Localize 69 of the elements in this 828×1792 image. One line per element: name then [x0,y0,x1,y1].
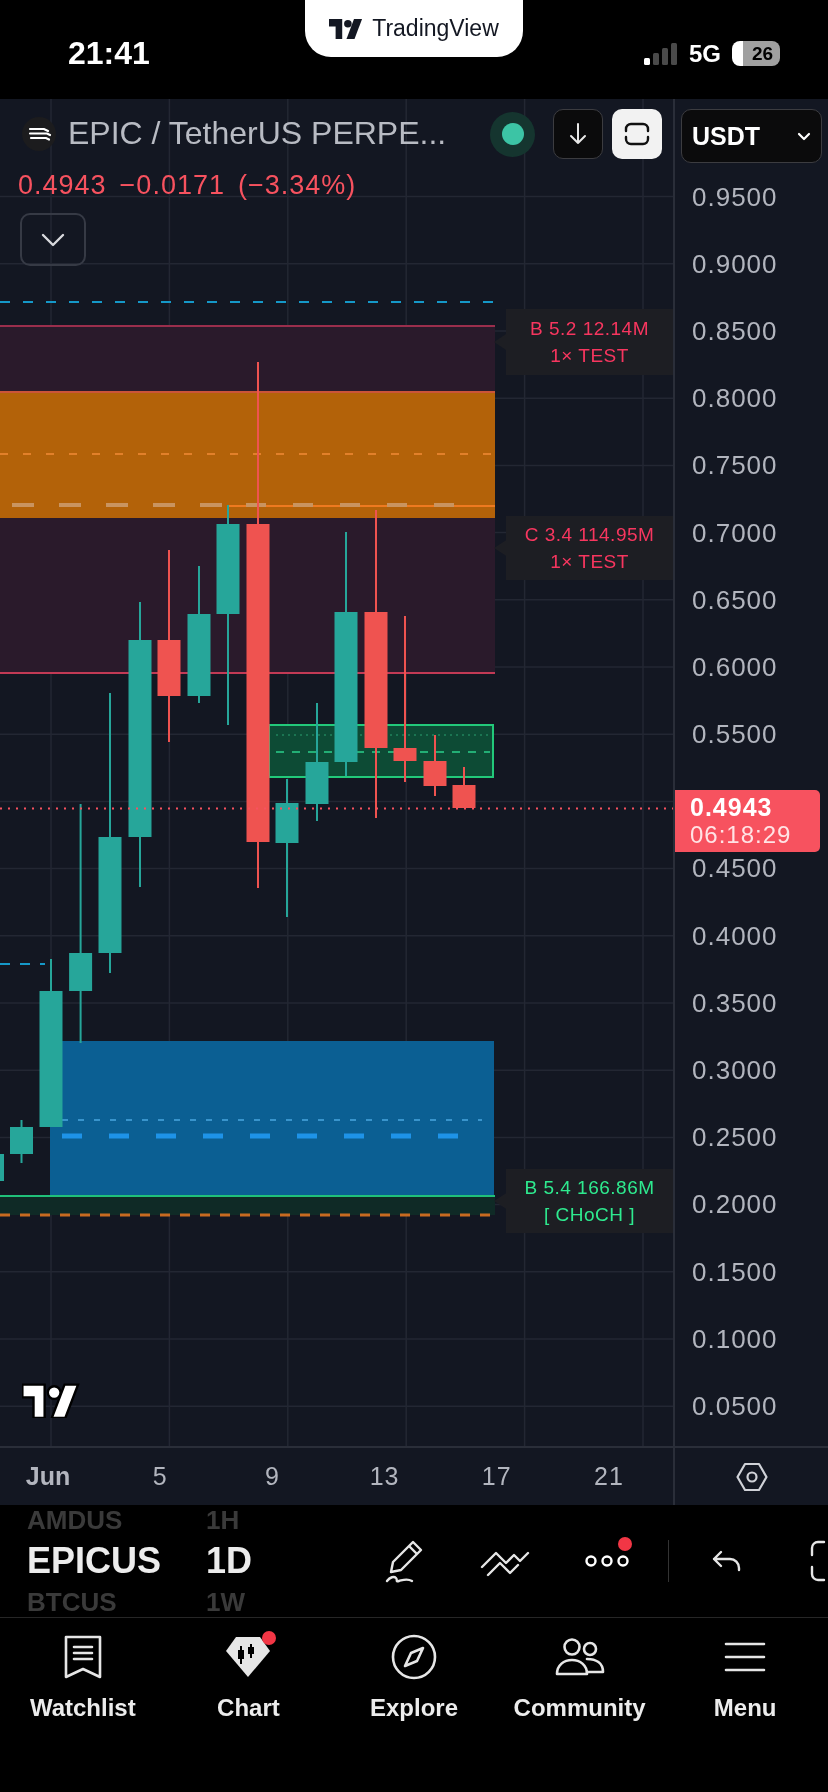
time-axis-label: 17 [481,1464,512,1489]
price-axis-label: 0.6000 [692,653,778,680]
symbol-logo-icon [22,117,56,151]
price-axis-label: 0.2500 [692,1124,778,1151]
nav-tab[interactable]: Chart [165,1618,332,1792]
current-price-label: 0.4943 [690,793,773,822]
frame-corner-icon [808,1539,828,1583]
time-axis-label: 5 [152,1464,168,1489]
arrow-down-icon [568,122,588,146]
time-axis-label: Jun [25,1464,71,1489]
price-axis-label: 0.6500 [692,586,778,613]
price-axis-label: 0.1500 [692,1258,778,1285]
last-price: 0.4943 [18,171,107,199]
candle [423,734,447,797]
network-label: 5G [689,41,721,66]
app-banner-title: TradingView [372,17,499,40]
symbol-option[interactable]: EPICUS [27,1543,206,1579]
time-axis-label: 13 [369,1464,400,1489]
price-axis-label: 0.9500 [692,183,778,210]
interval-option[interactable]: 1D [206,1543,253,1579]
price-axis-label: 0.4500 [692,855,778,882]
logo-icon [329,18,364,39]
candle [10,1119,33,1164]
candlestick-gem-icon [224,1635,273,1679]
price-axis-label: 0.4000 [692,922,778,949]
chevron-down-icon [41,232,65,247]
nav-tab[interactable]: Watchlist [0,1618,166,1792]
price-axis-label: 0.2000 [692,1191,778,1218]
price-axis-label: 0.1000 [692,1325,778,1352]
download-button[interactable] [553,109,603,159]
logo-icon [22,1383,80,1418]
frame-button[interactable] [612,109,662,159]
price-axis-label: 0.8500 [692,317,778,344]
price-axis-label: 0.3500 [692,989,778,1016]
nav-tab[interactable]: Community [496,1618,663,1792]
symbol-title[interactable]: EPIC / TetherUS PERPE... [68,115,447,151]
status-time: 21:41 [68,35,150,71]
nav-tab[interactable]: Menu [662,1618,828,1792]
price-change-percent: (−3.34%) [237,171,357,199]
candle [452,766,476,809]
currency-dropdown[interactable]: USDT [681,109,822,163]
people-icon [553,1637,606,1677]
price-axis-label: 0.0500 [692,1392,778,1419]
time-axis-label: 21 [594,1464,624,1489]
price-axis-label: 0.5500 [692,721,778,748]
time-axis-label: 9 [264,1464,280,1489]
zone-label: B 5.2 12.14M 1× TEST [494,309,673,375]
zone-label: B 5.4 166.86M [ CHoCH ] [494,1169,673,1233]
compass-icon [391,1634,437,1680]
undo-icon [712,1550,742,1572]
price-change: −0.0171 [119,171,225,199]
frame-icon [624,122,650,146]
more-dots-icon [584,1555,630,1567]
price-axis-label: 0.3000 [692,1057,778,1084]
battery-level: 26 [751,44,773,63]
bookmark-list-icon [62,1635,103,1679]
candle [0,1154,4,1181]
chevron-down-icon [797,131,811,141]
signal-icon [644,42,678,65]
menu-icon [724,1641,767,1673]
zone-label: C 3.4 114.95M 1× TEST [494,516,673,580]
price-axis-label: 0.7000 [692,519,778,546]
price-axis-label: 0.9000 [692,250,778,277]
price-axis-label: 0.7500 [692,452,778,479]
countdown-timer: 06:18:29 [690,821,792,849]
price-axis-label: 0.8000 [692,385,778,412]
dashed-level-line [0,963,46,965]
nav-tab[interactable]: Explore [331,1618,497,1792]
settings-icon [735,1461,768,1492]
